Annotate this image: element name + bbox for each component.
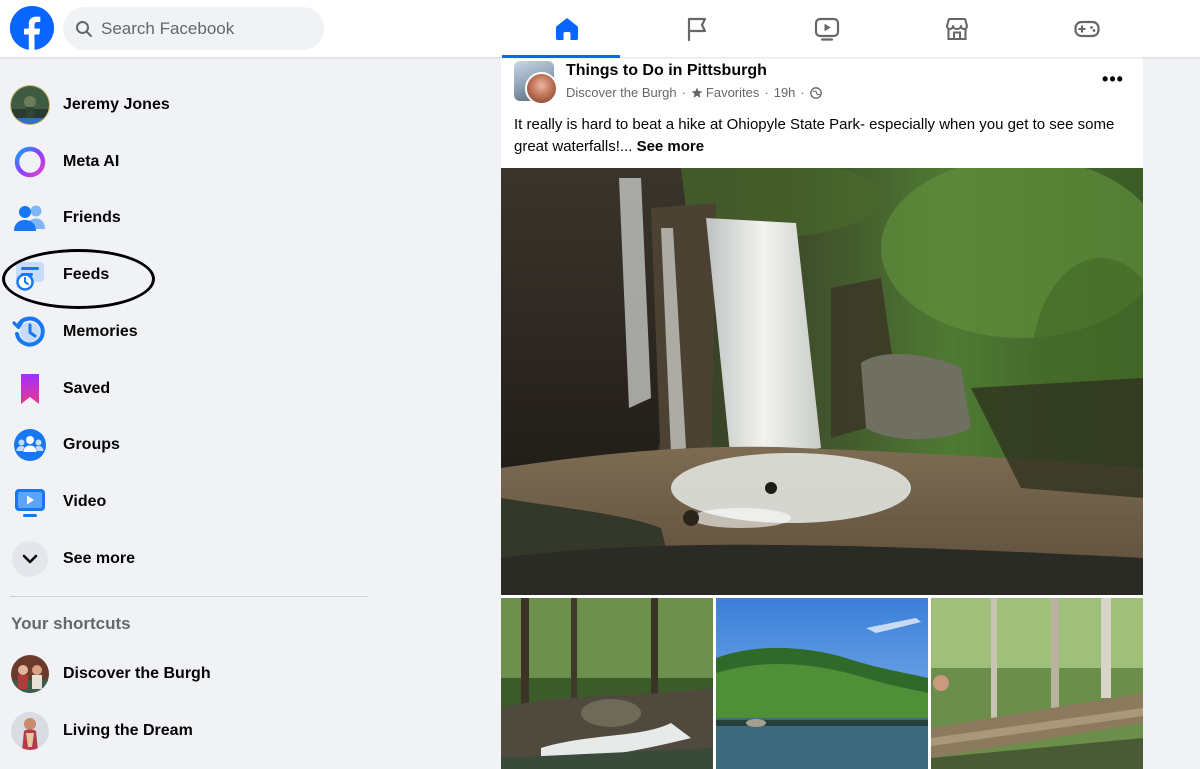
shortcut-label: Discover the Burgh	[63, 665, 211, 682]
video-icon	[10, 482, 50, 522]
search-icon	[76, 20, 92, 37]
post-photo-stream[interactable]	[501, 598, 713, 769]
left-sidebar: Jeremy Jones Meta AI Friends Feeds Memor…	[0, 57, 380, 769]
post-photo-grid	[501, 598, 1143, 769]
meta-ai-icon	[10, 142, 50, 182]
post-header: Things to Do in Pittsburgh Discover the …	[501, 57, 1143, 167]
sidebar-item-label: Feeds	[63, 266, 110, 283]
sidebar-item-see-more[interactable]: See more	[8, 533, 363, 585]
video-icon	[814, 17, 840, 41]
profile-avatar	[10, 85, 50, 125]
shortcut-discover-the-burgh[interactable]: Discover the Burgh	[8, 648, 363, 700]
post-photo-waterfall[interactable]	[501, 168, 1143, 595]
meta-separator: ·	[764, 85, 769, 100]
saved-icon	[10, 369, 50, 409]
sidebar-item-memories[interactable]: Memories	[8, 306, 363, 358]
post-body: It really is hard to beat a hike at Ohio…	[514, 116, 1115, 155]
sidebar-item-label: Groups	[63, 436, 120, 453]
home-icon	[556, 17, 578, 40]
sidebar-item-label: Saved	[63, 380, 111, 397]
sidebar-item-friends[interactable]: Friends	[8, 192, 363, 244]
sidebar-item-profile[interactable]: Jeremy Jones	[8, 79, 363, 131]
post-text: It really is hard to beat a hike at Ohio…	[514, 114, 1134, 158]
see-more-link[interactable]: See more	[637, 138, 705, 155]
post-photo-river[interactable]	[716, 598, 928, 769]
tab-gaming[interactable]	[1022, 0, 1152, 57]
marketplace-icon	[945, 17, 969, 40]
star-icon	[691, 87, 703, 98]
sidebar-item-label: Video	[63, 493, 107, 510]
globe-icon	[809, 86, 822, 99]
top-bar	[0, 0, 1200, 58]
post-time[interactable]: 19h	[774, 85, 796, 100]
sidebar-item-label: Meta AI	[63, 153, 120, 170]
tab-pages[interactable]	[632, 0, 762, 57]
sidebar-item-label: Jeremy Jones	[63, 96, 170, 113]
sidebar-divider	[10, 596, 368, 597]
shortcut-living-the-dream[interactable]: Living the Dream	[8, 705, 363, 757]
post-options-icon[interactable]: •••	[1099, 67, 1127, 91]
post-badge: Favorites	[705, 85, 760, 100]
sidebar-item-meta-ai[interactable]: Meta AI	[8, 136, 363, 188]
tab-marketplace[interactable]	[892, 0, 1022, 57]
flag-icon	[687, 17, 707, 41]
search-input[interactable]	[101, 18, 301, 39]
main-nav	[502, 0, 1152, 58]
sidebar-item-label: Friends	[63, 209, 121, 226]
page-avatar[interactable]	[525, 72, 558, 105]
post-meta: Discover the Burgh · Favorites · 19h ·	[566, 85, 822, 100]
gaming-icon	[1074, 20, 1100, 37]
memories-icon	[10, 312, 50, 352]
post-photo-log[interactable]	[931, 598, 1143, 769]
post-group-name[interactable]: Things to Do in Pittsburgh	[566, 62, 767, 80]
feeds-icon	[10, 255, 50, 295]
sidebar-item-video[interactable]: Video	[8, 476, 363, 528]
sidebar-item-feeds[interactable]: Feeds	[8, 249, 363, 301]
search-box[interactable]	[63, 7, 324, 50]
groups-icon	[10, 425, 50, 465]
sidebar-item-saved[interactable]: Saved	[8, 363, 363, 415]
sidebar-item-groups[interactable]: Groups	[8, 419, 363, 471]
facebook-logo-icon[interactable]	[10, 6, 54, 50]
shortcut-label: Living the Dream	[63, 722, 193, 739]
tab-home[interactable]	[502, 0, 632, 58]
meta-separator: ·	[800, 85, 805, 100]
friends-icon	[10, 198, 50, 238]
chevron-down-icon	[10, 539, 50, 579]
shortcut-avatar	[10, 711, 50, 751]
tab-video[interactable]	[762, 0, 892, 57]
shortcut-avatar	[10, 654, 50, 694]
sidebar-item-label: Memories	[63, 323, 138, 340]
sidebar-item-label: See more	[63, 550, 136, 567]
post-author[interactable]: Discover the Burgh	[566, 85, 677, 100]
meta-separator: ·	[681, 85, 686, 100]
feed-post: Things to Do in Pittsburgh Discover the …	[501, 57, 1143, 769]
shortcuts-heading: Your shortcuts	[11, 614, 131, 633]
